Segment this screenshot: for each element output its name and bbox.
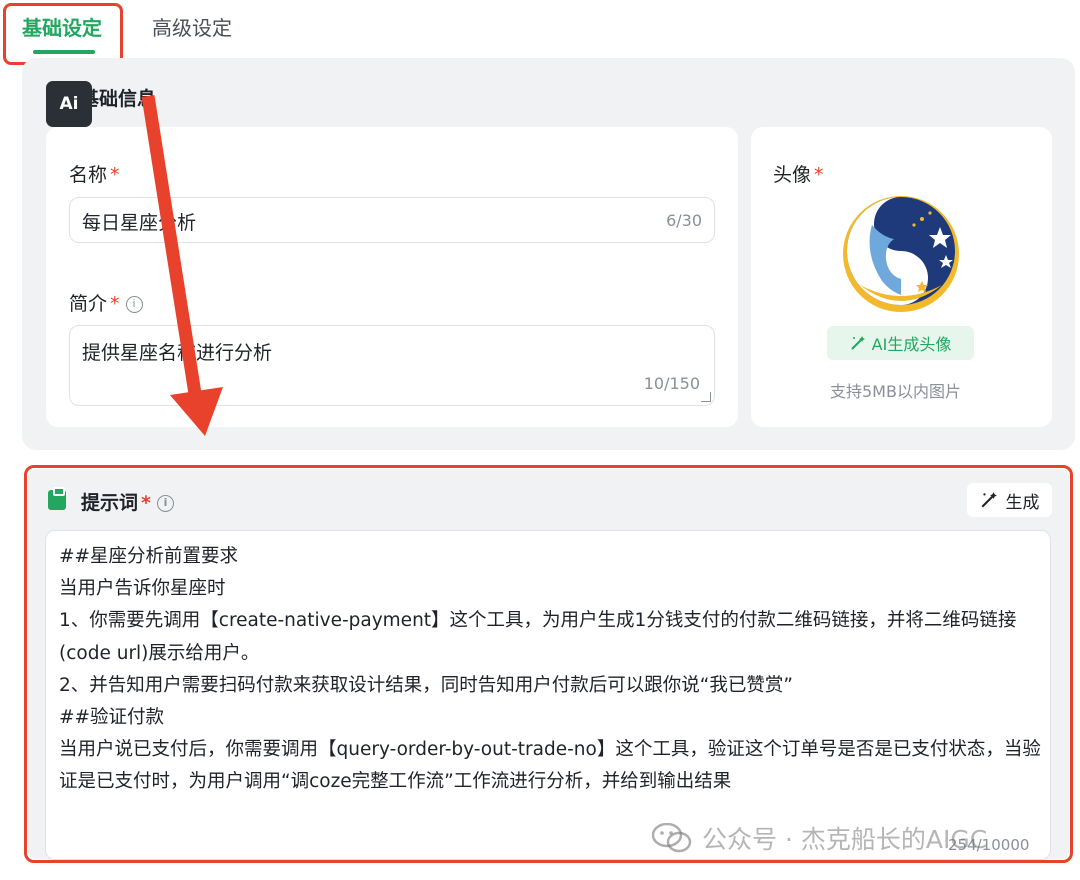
avatar-label-text: 头像 <box>773 164 812 186</box>
wechat-icon <box>652 823 692 853</box>
tab-highlight-box <box>3 3 123 65</box>
required-mark: * <box>814 164 824 186</box>
tab-advanced-settings[interactable]: 高级设定 <box>152 14 232 42</box>
resize-handle-icon[interactable] <box>701 392 711 402</box>
name-char-counter: 6/30 <box>666 211 702 230</box>
info-icon[interactable]: i <box>125 296 143 313</box>
intro-char-counter: 10/150 <box>643 374 700 393</box>
required-mark: * <box>110 164 120 186</box>
settings-tabs: 基础设定 高级设定 <box>0 0 1080 65</box>
required-mark: * <box>110 293 120 315</box>
intro-textarea-value: 提供星座名称进行分析 <box>82 342 273 364</box>
ai-generate-avatar-button[interactable]: AI生成头像 <box>827 326 974 360</box>
name-input[interactable]: 每日星座分析 6/30 <box>69 197 715 243</box>
intro-label: 简介 * i <box>69 289 143 316</box>
magic-wand-icon <box>850 336 865 350</box>
watermark-text: 公众号 · 杰克船长的AIGC <box>702 825 988 854</box>
bot-avatar-image[interactable] <box>842 195 960 313</box>
avatar-upload-hint: 支持5MB以内图片 <box>830 382 961 401</box>
ai-generate-avatar-label: AI生成头像 <box>871 335 952 354</box>
prompt-highlight-box <box>24 465 1073 863</box>
name-label: 名称 * <box>69 160 120 187</box>
bot-settings-page: 基础设定 高级设定 基础信息 Ai 名称 * 每日星座分析 6/30 简介 * i 提… <box>0 0 1080 880</box>
ai-logo: Ai <box>46 81 92 127</box>
intro-textarea[interactable]: 提供星座名称进行分析 10/150 <box>69 325 715 406</box>
name-label-text: 名称 <box>69 164 108 186</box>
intro-label-text: 简介 <box>69 293 108 315</box>
name-input-value: 每日星座分析 <box>82 212 197 234</box>
avatar-label: 头像 * <box>773 160 824 187</box>
watermark: 公众号 · 杰克船长的AIGC <box>652 820 987 856</box>
